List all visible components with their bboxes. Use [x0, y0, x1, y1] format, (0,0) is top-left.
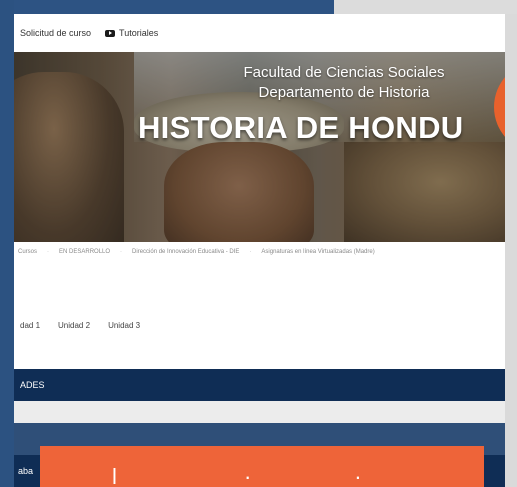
- tutorials-link[interactable]: Tutoriales: [105, 28, 158, 38]
- department-name: Departamento de Historia: [258, 84, 430, 101]
- tab-unidad-3[interactable]: Unidad 3: [108, 321, 140, 335]
- activities-section-header[interactable]: ADES: [14, 369, 505, 401]
- youtube-icon: [105, 29, 116, 37]
- breadcrumb-separator: ·: [47, 249, 50, 255]
- faculty-name: Facultad de Ciencias Sociales: [243, 64, 445, 81]
- tutorials-label: Tutoriales: [119, 28, 159, 38]
- breadcrumb-item[interactable]: Asignaturas en línea Virtualizadas (Madr…: [261, 249, 374, 255]
- breadcrumb-item[interactable]: Dirección de Innovación Educativa - DIE: [132, 249, 239, 255]
- section-row: [14, 401, 505, 423]
- breadcrumb-item[interactable]: Cursos: [18, 249, 37, 255]
- request-course-link[interactable]: Solicitud de curso: [20, 28, 91, 38]
- course-page: Solicitud de curso Tutoriales Facultad d…: [14, 14, 505, 487]
- top-navbar: Solicitud de curso Tutoriales: [14, 14, 505, 52]
- unit-tabs: dad 1 Unidad 2 Unidad 3: [14, 321, 140, 335]
- banner-subtitle: Facultad de Ciencias Sociales Departamen…: [214, 63, 474, 103]
- left-window-frame: [0, 0, 14, 487]
- top-window-frame: [14, 0, 334, 14]
- background-window: [334, 0, 517, 14]
- breadcrumb-separator: ·: [120, 249, 123, 255]
- tab-unidad-2[interactable]: Unidad 2: [58, 321, 90, 335]
- orange-overlay-panel: l · ·: [40, 446, 484, 487]
- tab-unidad-1[interactable]: dad 1: [20, 321, 40, 335]
- course-title: HISTORIA DE HONDU: [138, 110, 464, 145]
- breadcrumb-separator: ·: [249, 249, 252, 255]
- breadcrumb-item[interactable]: EN DESARROLLO: [59, 249, 110, 255]
- right-window-frame: [505, 14, 517, 487]
- breadcrumb: Cursos · EN DESARROLLO · Dirección de In…: [14, 242, 505, 262]
